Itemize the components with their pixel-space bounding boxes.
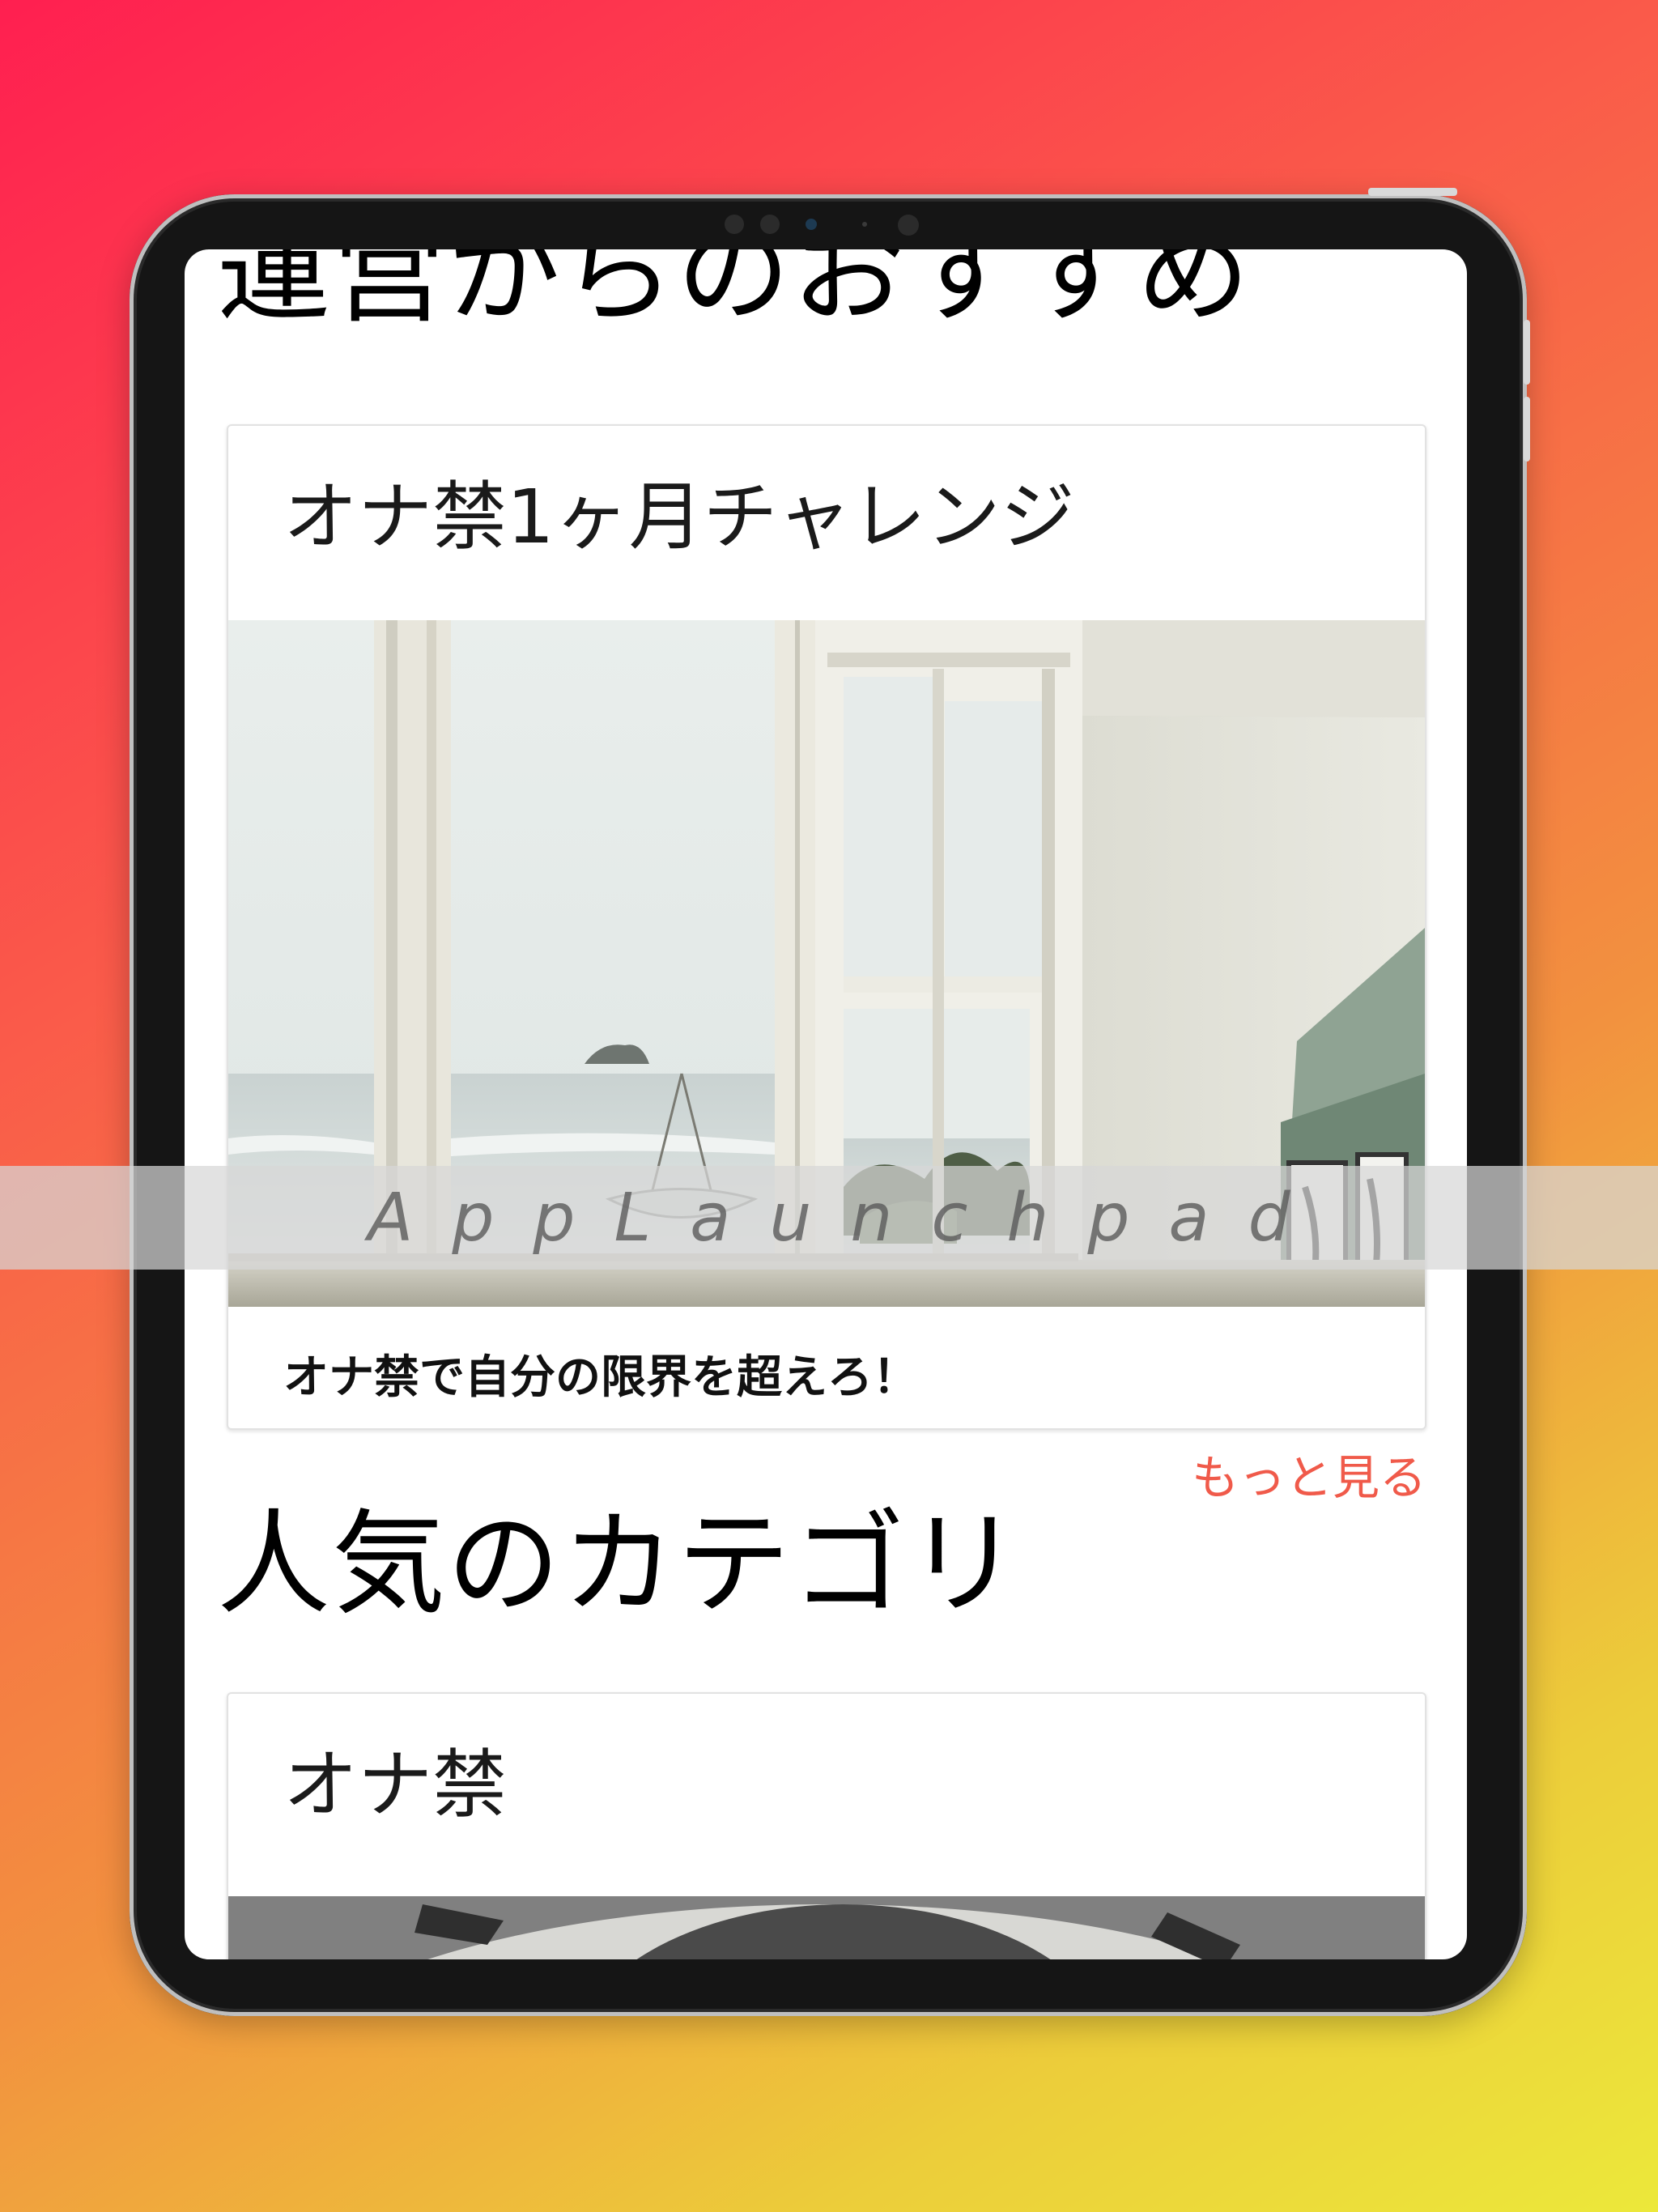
watermark-text: AppLaunchpad: [368, 1179, 1329, 1257]
sensor-icon: [725, 215, 744, 234]
recommend-card[interactable]: オナ禁1ヶ月チャレンジ オナ禁で自分の限界を超えろ！: [227, 424, 1426, 1430]
camera-bar: [725, 212, 935, 236]
category-card[interactable]: オナ禁: [227, 1692, 1426, 1959]
app-screen: 運営からのおすすめ オナ禁1ヶ月チャレンジ オナ禁で自分の限界を超えろ！ もっと…: [185, 249, 1467, 1959]
recommend-section-title: 運営からのおすすめ: [217, 249, 1252, 339]
volume-down-button: [1524, 397, 1530, 462]
sensor-icon: [898, 215, 919, 236]
volume-up-button: [1524, 320, 1530, 385]
sensor-icon: [760, 215, 780, 234]
camera-icon: [806, 219, 817, 230]
more-link[interactable]: もっと見る: [1192, 1440, 1426, 1508]
power-button: [1368, 188, 1457, 196]
recommend-card-title: オナ禁1ヶ月チャレンジ: [283, 474, 1075, 560]
recommend-card-description: オナ禁で自分の限界を超えろ！: [283, 1351, 918, 1404]
watermark-band: AppLaunchpad: [0, 1166, 1658, 1270]
sensor-icon: [862, 222, 867, 227]
category-card-title: オナ禁: [283, 1742, 508, 1828]
popular-section-title: 人気のカテゴリ: [217, 1499, 1022, 1631]
category-photo: [228, 1896, 1425, 1959]
